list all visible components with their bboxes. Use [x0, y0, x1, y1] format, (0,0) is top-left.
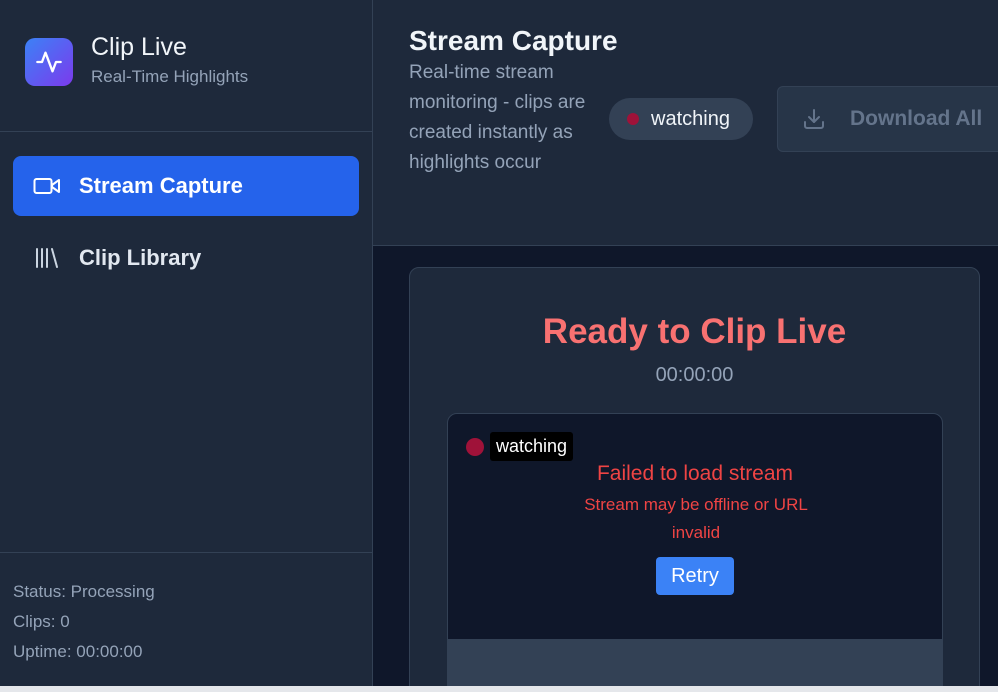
status-text: Status: Processing	[13, 582, 155, 601]
error-subtitle: Stream may be offline or URL invalid	[584, 495, 808, 542]
uptime-text: Uptime: 00:00:00	[13, 642, 143, 661]
page-subtitle: Real-time stream monitoring - clips are …	[409, 62, 586, 173]
player-status-label: watching	[490, 432, 574, 461]
error-title: Failed to load stream	[596, 462, 794, 485]
nav-item-label: Stream Capture	[79, 173, 243, 198]
sidebar-nav: Stream Capture Clip Library	[0, 132, 372, 288]
status-badge: watching	[609, 98, 753, 140]
clips-count: Clips: 0	[13, 612, 70, 631]
status-dot-icon	[627, 113, 639, 125]
sidebar: Clip Live Real-Time Highlights Stream Ca…	[0, 0, 373, 686]
download-all-button[interactable]: Download All	[777, 86, 998, 152]
status-badge-label: watching	[651, 107, 730, 130]
recording-dot-icon	[466, 437, 484, 456]
video-camera-icon	[33, 172, 61, 200]
main-content: Stream Capture Real-time stream monitori…	[373, 0, 998, 686]
nav-item-label: Clip Library	[79, 245, 202, 270]
retry-button[interactable]: Retry	[656, 557, 734, 595]
page-header: Stream Capture Real-time stream monitori…	[373, 0, 998, 246]
capture-card: Ready to Clip Live 00:00:00 watching Fai…	[409, 267, 980, 686]
card-timer: 00:00:00	[655, 364, 734, 386]
activity-pulse-icon	[25, 37, 73, 86]
page-title: Stream Capture	[409, 25, 618, 56]
stream-player[interactable]: watching Failed to load stream Stream ma…	[447, 413, 943, 686]
brand-subtitle: Real-Time Highlights	[91, 66, 249, 86]
nav-item-clip-library[interactable]: Clip Library	[13, 228, 359, 288]
download-all-label: Download All	[850, 107, 983, 130]
brand-header: Clip Live Real-Time Highlights	[0, 0, 372, 132]
nav-item-stream-capture[interactable]: Stream Capture	[13, 156, 359, 216]
player-controls-bar	[448, 639, 942, 686]
card-title: Ready to Clip Live	[542, 312, 847, 351]
download-icon	[802, 107, 826, 131]
library-icon	[33, 244, 61, 272]
app-window: Clip Live Real-Time Highlights Stream Ca…	[0, 0, 998, 686]
sidebar-footer: Status: Processing Clips: 0 Uptime: 00:0…	[0, 552, 372, 686]
player-status: watching	[466, 432, 574, 461]
brand-title: Clip Live	[91, 32, 187, 61]
